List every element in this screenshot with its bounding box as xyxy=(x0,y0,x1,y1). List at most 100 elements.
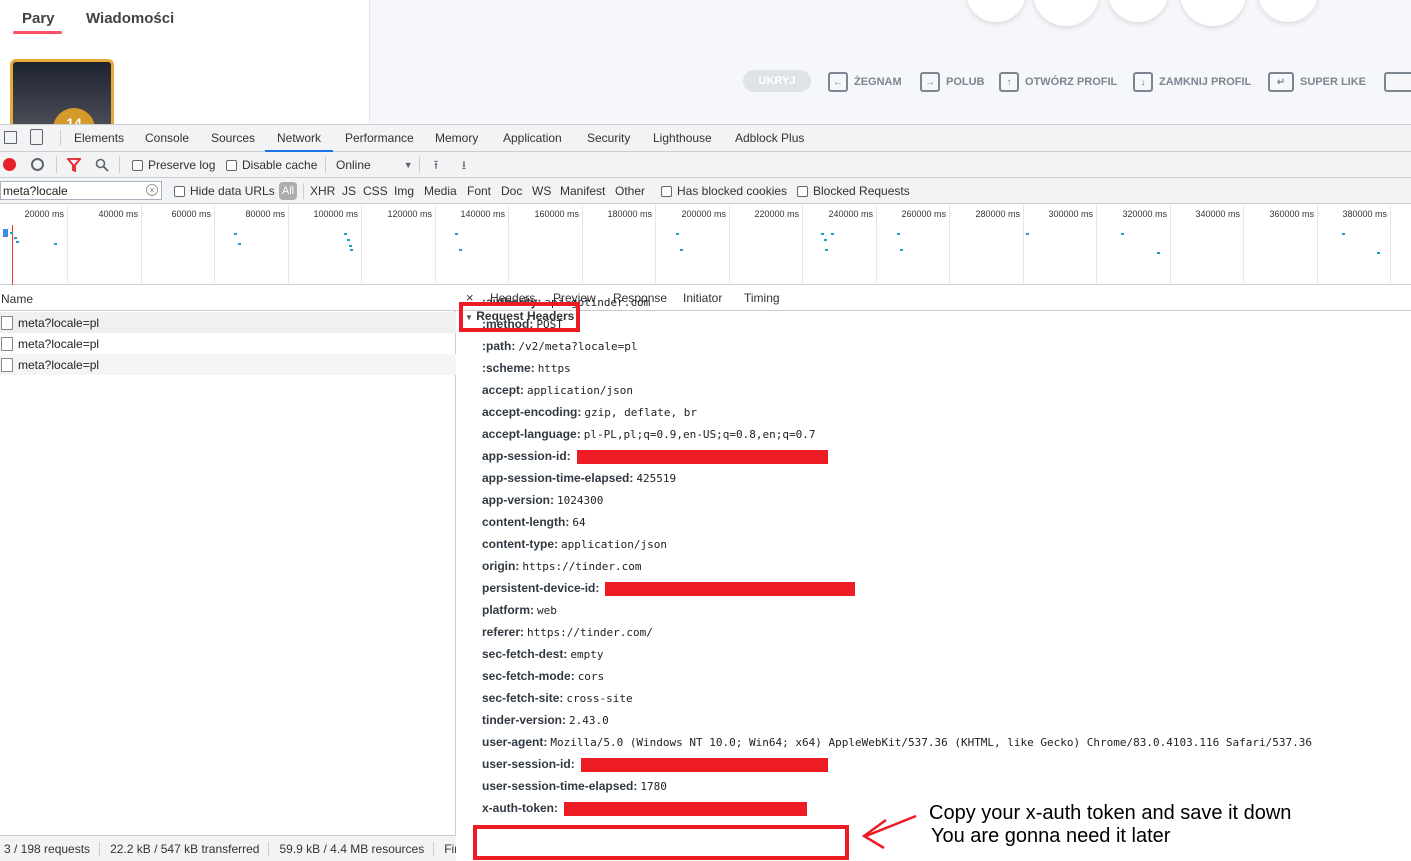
filter-doc[interactable]: Doc xyxy=(501,184,522,198)
filter-icon[interactable] xyxy=(67,158,81,172)
import-har-icon[interactable]: ⭱ xyxy=(429,158,443,172)
shortcut-label: SUPER LIKE xyxy=(1300,76,1367,88)
checkbox-box[interactable] xyxy=(174,185,185,197)
arrow-down-key-icon: ↓ xyxy=(1133,72,1153,92)
annotation-line-1: Copy your x-auth token and save it down xyxy=(929,802,1292,824)
tab-lighthouse[interactable]: Lighthouse xyxy=(653,125,712,152)
clear-filter-icon[interactable]: × xyxy=(146,184,158,196)
tab-network[interactable]: Network xyxy=(265,125,334,152)
has-blocked-cookies-checkbox[interactable]: Has blocked cookies xyxy=(661,184,787,198)
tab-application[interactable]: Application xyxy=(503,125,562,152)
timeline-tick-label: 120000 ms xyxy=(387,209,432,219)
export-har-icon[interactable]: ⭳ xyxy=(457,158,471,172)
throttling-select[interactable]: Online ▼ xyxy=(336,158,413,172)
shortcut-label: POLUB xyxy=(946,76,985,88)
dropdown-arrow-icon: ▼ xyxy=(403,160,413,170)
rewind-action-button[interactable] xyxy=(966,0,1026,22)
header-row: persistent-device-id: xyxy=(482,577,856,599)
timeline-request-bar xyxy=(831,233,834,235)
request-row[interactable]: meta?locale=pl xyxy=(0,312,456,333)
header-row: sec-fetch-mode: cors xyxy=(482,665,604,687)
boost-action-button[interactable] xyxy=(1258,0,1318,22)
tab-elements[interactable]: Elements xyxy=(74,125,124,152)
header-row: content-length: 64 xyxy=(482,511,586,533)
timeline-request-bar xyxy=(344,233,347,235)
filter-ws[interactable]: WS xyxy=(532,184,551,198)
tab-security[interactable]: Security xyxy=(587,125,630,152)
shortcut-label: ŻEGNAM xyxy=(854,76,902,88)
filter-manifest[interactable]: Manifest xyxy=(560,184,605,198)
record-icon[interactable] xyxy=(3,158,16,171)
filter-xhr[interactable]: XHR xyxy=(310,184,335,198)
header-value: https://tinder.com xyxy=(522,560,642,573)
timeline-request-bar xyxy=(234,233,237,235)
tab-initiator[interactable]: Initiator xyxy=(683,291,722,305)
header-value: 2.43.0 xyxy=(569,714,609,727)
inspect-element-icon[interactable] xyxy=(4,131,17,144)
header-name: user-session-time-elapsed: xyxy=(482,779,638,793)
header-name: x-auth-token: xyxy=(482,801,558,815)
nope-action-button[interactable] xyxy=(1033,0,1099,26)
column-header-name[interactable]: Name xyxy=(0,287,456,311)
checkbox-box[interactable] xyxy=(661,185,672,197)
tab-pary[interactable]: Pary xyxy=(22,10,55,27)
header-value: 64 xyxy=(572,516,586,529)
timeline-tick-label: 220000 ms xyxy=(754,209,799,219)
tab-console[interactable]: Console xyxy=(145,125,189,152)
tab-timing[interactable]: Timing xyxy=(744,291,780,305)
header-value: cross-site xyxy=(566,692,633,705)
checkbox-box[interactable] xyxy=(797,185,808,197)
hide-shortcuts-button[interactable]: UKRYJ xyxy=(743,70,811,92)
enter-key-icon: ↵ xyxy=(1268,72,1294,92)
divider xyxy=(119,156,120,173)
match-card[interactable]: 14 xyxy=(10,59,114,125)
header-row: x-auth-token: xyxy=(482,797,807,819)
device-toolbar-icon[interactable] xyxy=(30,129,43,145)
header-name: app-session-id: xyxy=(482,449,571,463)
hide-data-urls-checkbox[interactable]: Hide data URLs xyxy=(174,184,275,198)
filter-input[interactable] xyxy=(0,181,162,200)
request-row[interactable]: meta?locale=pl xyxy=(0,333,456,354)
network-toolbar: Preserve log Disable cache Online ▼ ⭱ ⭳ xyxy=(0,152,1411,178)
preserve-log-checkbox[interactable]: Preserve log xyxy=(132,158,215,172)
header-name: persistent-device-id: xyxy=(482,581,600,595)
filter-js[interactable]: JS xyxy=(342,184,356,198)
filter-img[interactable]: Img xyxy=(394,184,414,198)
filter-other[interactable]: Other xyxy=(615,184,645,198)
timeline-request-bar xyxy=(1121,233,1124,235)
checkbox-box[interactable] xyxy=(226,159,237,171)
document-icon xyxy=(1,315,13,330)
timeline-request-bar xyxy=(16,241,19,243)
tab-adblock-plus[interactable]: Adblock Plus xyxy=(735,125,804,152)
header-row: sec-fetch-site: cross-site xyxy=(482,687,633,709)
tab-wiadomosci[interactable]: Wiadomości xyxy=(86,10,174,27)
filter-css[interactable]: CSS xyxy=(363,184,388,198)
header-value: Mozilla/5.0 (Windows NT 10.0; Win64; x64… xyxy=(550,736,1312,749)
like-action-button[interactable] xyxy=(1180,0,1246,26)
filter-media[interactable]: Media xyxy=(424,184,457,198)
header-name: sec-fetch-dest: xyxy=(482,647,568,661)
arrow-right-key-icon: → xyxy=(920,72,940,92)
search-icon[interactable] xyxy=(95,158,109,172)
request-name: meta?locale=pl xyxy=(18,336,100,351)
checkbox-box[interactable] xyxy=(132,159,143,171)
timeline-tick-label: 60000 ms xyxy=(171,209,211,219)
tab-memory[interactable]: Memory xyxy=(435,125,478,152)
clear-icon[interactable] xyxy=(31,158,44,171)
request-row[interactable]: meta?locale=pl xyxy=(0,354,456,375)
finish-time: Fini: xyxy=(444,842,456,856)
tab-sources[interactable]: Sources xyxy=(211,125,255,152)
disable-cache-checkbox[interactable]: Disable cache xyxy=(226,158,317,172)
superlike-action-button[interactable] xyxy=(1108,0,1168,22)
header-name: app-version: xyxy=(482,493,555,507)
filter-all-button[interactable]: All xyxy=(279,182,297,200)
network-overview-timeline[interactable]: 20000 ms 40000 ms 60000 ms 80000 ms 100000 m… xyxy=(0,205,1411,285)
header-row: app-session-time-elapsed: 425519 xyxy=(482,467,676,489)
timeline-tick-label: 160000 ms xyxy=(534,209,579,219)
filter-font[interactable]: Font xyxy=(467,184,491,198)
tab-performance[interactable]: Performance xyxy=(345,125,414,152)
timeline-request-bar xyxy=(455,233,458,235)
divider xyxy=(303,183,304,199)
blocked-requests-checkbox[interactable]: Blocked Requests xyxy=(797,184,910,198)
redacted-value xyxy=(580,757,828,772)
